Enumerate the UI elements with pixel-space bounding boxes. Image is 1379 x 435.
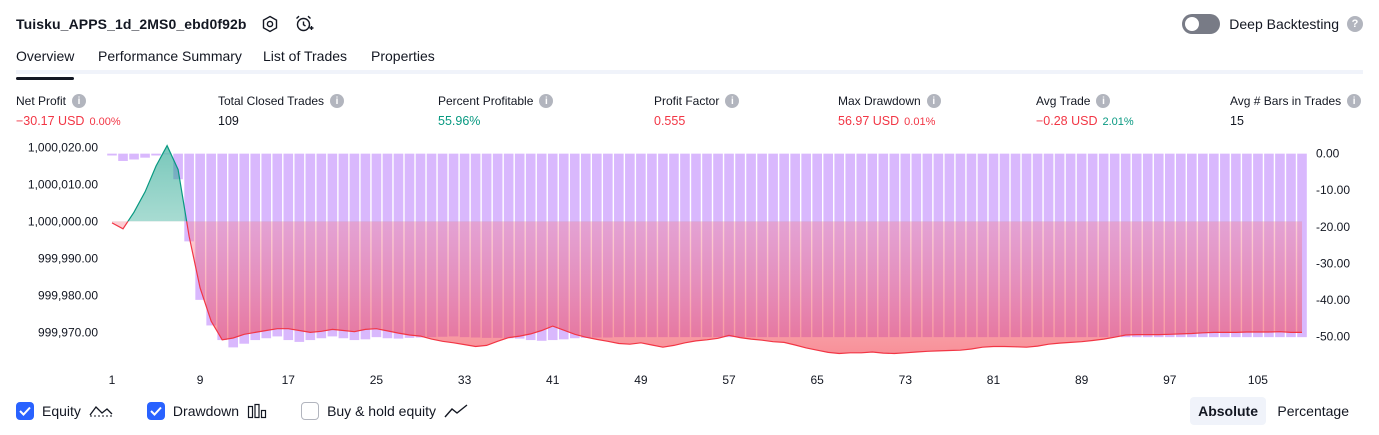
x-axis-tick: 81 xyxy=(987,373,1001,387)
info-icon[interactable]: i xyxy=(330,94,345,108)
metric-sub-value: 0.00% xyxy=(89,116,121,128)
left-axis-tick: 999,970.00 xyxy=(38,325,98,339)
right-axis-tick: -50.00 xyxy=(1316,329,1350,343)
metric-label: Avg Trade xyxy=(1036,94,1091,108)
left-axis-tick: 1,000,010.00 xyxy=(28,177,98,191)
x-axis-tick: 89 xyxy=(1075,373,1089,387)
equity-drawdown-chart[interactable]: 1,000,020.00 1,000,010.00 1,000,000.00 999,… xyxy=(0,140,1379,390)
legend-buy-hold-equity[interactable]: Buy & hold equity xyxy=(301,402,468,420)
metric-value: −0.28 USD xyxy=(1036,114,1098,128)
metric-value: 55.96% xyxy=(438,114,481,128)
left-axis-tick: 999,980.00 xyxy=(38,288,98,302)
add-alert-icon[interactable] xyxy=(293,13,315,35)
right-axis-tick: -30.00 xyxy=(1316,256,1350,270)
drawdown-bar xyxy=(107,153,117,156)
absolute-mode-button[interactable]: Absolute xyxy=(1190,397,1266,425)
deep-backtesting-toggle[interactable] xyxy=(1182,14,1221,34)
drawdown-bar xyxy=(129,153,139,160)
drawdown-bars-icon xyxy=(247,403,267,419)
legend-drawdown[interactable]: Drawdown xyxy=(146,402,267,420)
legend-label: Equity xyxy=(42,403,81,419)
x-axis-tick: 41 xyxy=(546,373,560,387)
metric-sub-value: 0.01% xyxy=(904,116,936,128)
metric-label: Net Profit xyxy=(16,94,67,108)
equity-area-icon xyxy=(89,403,113,419)
metric-value: 56.97 USD xyxy=(838,114,900,128)
metric-value: 109 xyxy=(218,114,239,128)
tab-overview[interactable]: Overview xyxy=(16,48,75,80)
info-icon[interactable]: i xyxy=(725,94,740,108)
x-axis-tick: 73 xyxy=(899,373,913,387)
metric-label: Percent Profitable xyxy=(438,94,534,108)
right-axis-tick: -10.00 xyxy=(1316,183,1350,197)
drawdown-bar xyxy=(118,153,128,161)
info-icon[interactable]: i xyxy=(926,94,941,108)
metric-percent-profitable: Percent Profitable i 55.96% xyxy=(438,93,554,128)
x-axis-tick: 33 xyxy=(458,373,472,387)
buy-hold-checkbox[interactable] xyxy=(301,402,320,420)
x-axis-tick: 65 xyxy=(811,373,825,387)
info-icon[interactable]: i xyxy=(1096,94,1111,108)
deep-backtesting-label: Deep Backtesting xyxy=(1229,16,1339,32)
x-axis-tick: 25 xyxy=(370,373,384,387)
metric-value: −30.17 USD xyxy=(16,114,85,128)
metric-value: 0.555 xyxy=(654,114,686,128)
right-axis-tick: -40.00 xyxy=(1316,293,1350,307)
buy-hold-line-icon xyxy=(444,403,468,419)
info-icon[interactable]: i xyxy=(72,94,87,108)
metric-profit-factor: Profit Factor i 0.555 xyxy=(654,93,740,128)
legend-label: Buy & hold equity xyxy=(327,403,437,419)
metric-label: Max Drawdown xyxy=(838,94,921,108)
legend-label: Drawdown xyxy=(172,403,240,419)
drawdown-checkbox[interactable] xyxy=(146,402,165,420)
metric-label: Profit Factor xyxy=(654,94,720,108)
x-axis-tick: 105 xyxy=(1248,373,1268,387)
x-axis-tick: 17 xyxy=(282,373,296,387)
left-axis-tick: 1,000,020.00 xyxy=(28,140,98,154)
x-axis-tick: 9 xyxy=(197,373,204,387)
metric-total-closed-trades: Total Closed Trades i 109 xyxy=(218,93,345,128)
right-axis-tick: -20.00 xyxy=(1316,220,1350,234)
info-icon[interactable]: i xyxy=(539,94,554,108)
strategy-name[interactable]: Tuisku_APPS_1d_2MS0_ebd0f92b xyxy=(16,16,247,32)
tab-bar: Overview Performance Summary List of Tra… xyxy=(16,46,1363,80)
left-axis-tick: 1,000,000.00 xyxy=(28,214,98,228)
tab-list-of-trades[interactable]: List of Trades xyxy=(263,48,347,72)
tab-performance-summary[interactable]: Performance Summary xyxy=(98,48,242,72)
metric-avg-bars-in-trades: Avg # Bars in Trades i 15 xyxy=(1230,93,1362,128)
settings-icon[interactable] xyxy=(259,13,281,35)
percentage-mode-button[interactable]: Percentage xyxy=(1269,397,1357,425)
right-axis-tick: 0.00 xyxy=(1316,147,1340,161)
legend-equity[interactable]: Equity xyxy=(16,402,113,420)
metric-max-drawdown: Max Drawdown i 56.97 USD 0.01% xyxy=(838,93,941,128)
metric-label: Avg # Bars in Trades xyxy=(1230,94,1342,108)
left-axis-tick: 999,990.00 xyxy=(38,251,98,265)
metric-value: 15 xyxy=(1230,114,1244,128)
x-axis-tick: 57 xyxy=(722,373,736,387)
equity-checkbox[interactable] xyxy=(16,402,34,420)
metric-sub-value: 2.01% xyxy=(1102,116,1134,128)
drawdown-bar xyxy=(140,153,150,158)
info-icon[interactable]: i xyxy=(1347,94,1362,108)
help-icon[interactable]: ? xyxy=(1347,16,1363,32)
metric-net-profit: Net Profit i −30.17 USD 0.00% xyxy=(16,93,121,128)
chart-legend: Equity Drawdown Buy & hold equity xyxy=(16,400,502,422)
x-axis-tick: 1 xyxy=(109,373,116,387)
metric-avg-trade: Avg Trade i −0.28 USD 2.01% xyxy=(1036,93,1134,128)
deep-backtesting-control: Deep Backtesting ? xyxy=(1182,12,1363,36)
metric-label: Total Closed Trades xyxy=(218,94,325,108)
x-axis-tick: 49 xyxy=(634,373,648,387)
x-axis-tick: 97 xyxy=(1163,373,1177,387)
tab-properties[interactable]: Properties xyxy=(371,48,435,72)
drawdown-bar xyxy=(151,153,161,156)
strategy-title-row: Tuisku_APPS_1d_2MS0_ebd0f92b xyxy=(16,12,315,36)
